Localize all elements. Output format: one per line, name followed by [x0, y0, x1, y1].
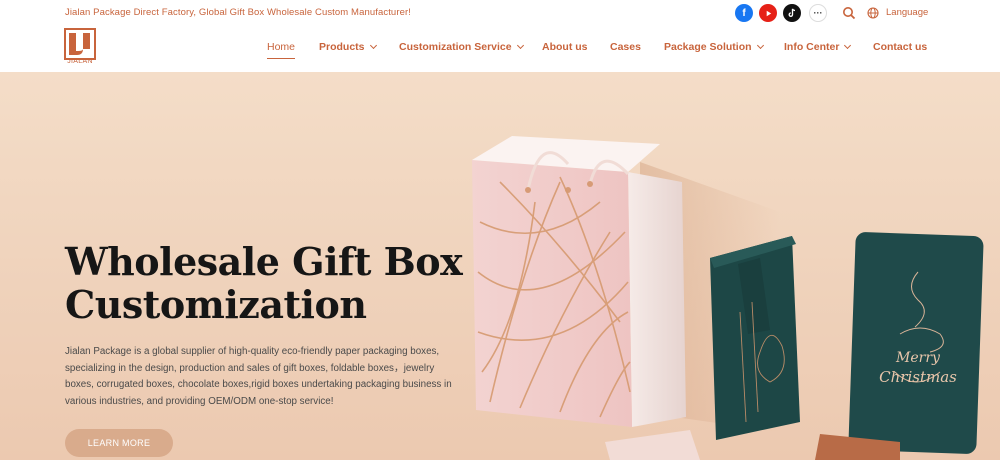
nav-package-solution-label: Package Solution: [664, 41, 752, 53]
hero-title-line1: Wholesale Gift Box: [65, 239, 463, 284]
language-selector[interactable]: Language: [886, 7, 928, 18]
nav-package-solution[interactable]: Package Solution: [664, 41, 764, 53]
tiktok-icon[interactable]: [783, 4, 801, 22]
hero-banner: Merry Christmas Wholesale Gift Box Custo…: [0, 72, 1000, 460]
card-text-merry: Merry: [895, 350, 941, 366]
main-nav: JIALAN Home Products Customization Servi…: [0, 26, 1000, 72]
chevron-down-icon: [844, 41, 852, 50]
hero-description: Jialan Package is a global supplier of h…: [65, 346, 452, 407]
nav-home[interactable]: Home: [267, 41, 296, 59]
logo-text: JIALAN: [67, 58, 93, 65]
top-bar: Jialan Package Direct Factory, Global Gi…: [0, 0, 1000, 26]
facebook-icon[interactable]: f: [735, 4, 753, 22]
nav-about-us[interactable]: About us: [542, 41, 588, 53]
nav-cases-label: Cases: [610, 41, 641, 53]
chevron-down-icon: [369, 41, 377, 50]
nav-customization-service[interactable]: Customization Service: [399, 41, 524, 53]
card-text-christmas: Christmas: [879, 368, 957, 386]
nav-contact-label: Contact us: [873, 41, 928, 53]
tagline: Jialan Package Direct Factory, Global Gi…: [65, 7, 411, 18]
globe-icon[interactable]: [867, 7, 879, 19]
nav-info-center[interactable]: Info Center: [784, 41, 852, 53]
nav-products-label: Products: [319, 41, 365, 53]
hero-title-line2: Customization: [65, 282, 367, 327]
nav-contact-us[interactable]: Contact us: [873, 41, 927, 53]
more-icon[interactable]: ···: [809, 4, 827, 22]
nav-about-label: About us: [542, 41, 588, 53]
nav-customization-label: Customization Service: [399, 41, 512, 53]
search-icon[interactable]: [842, 6, 856, 20]
chevron-down-icon: [756, 41, 764, 50]
nav-info-center-label: Info Center: [784, 41, 840, 53]
chevron-down-icon: [516, 41, 524, 50]
youtube-icon[interactable]: [759, 4, 777, 22]
nav-products[interactable]: Products: [319, 41, 377, 53]
nav-home-label: Home: [267, 41, 296, 53]
nav-cases[interactable]: Cases: [610, 41, 641, 53]
hero-title: Wholesale Gift Box Customization: [65, 240, 485, 326]
learn-more-button[interactable]: LEARN MORE: [65, 429, 173, 457]
